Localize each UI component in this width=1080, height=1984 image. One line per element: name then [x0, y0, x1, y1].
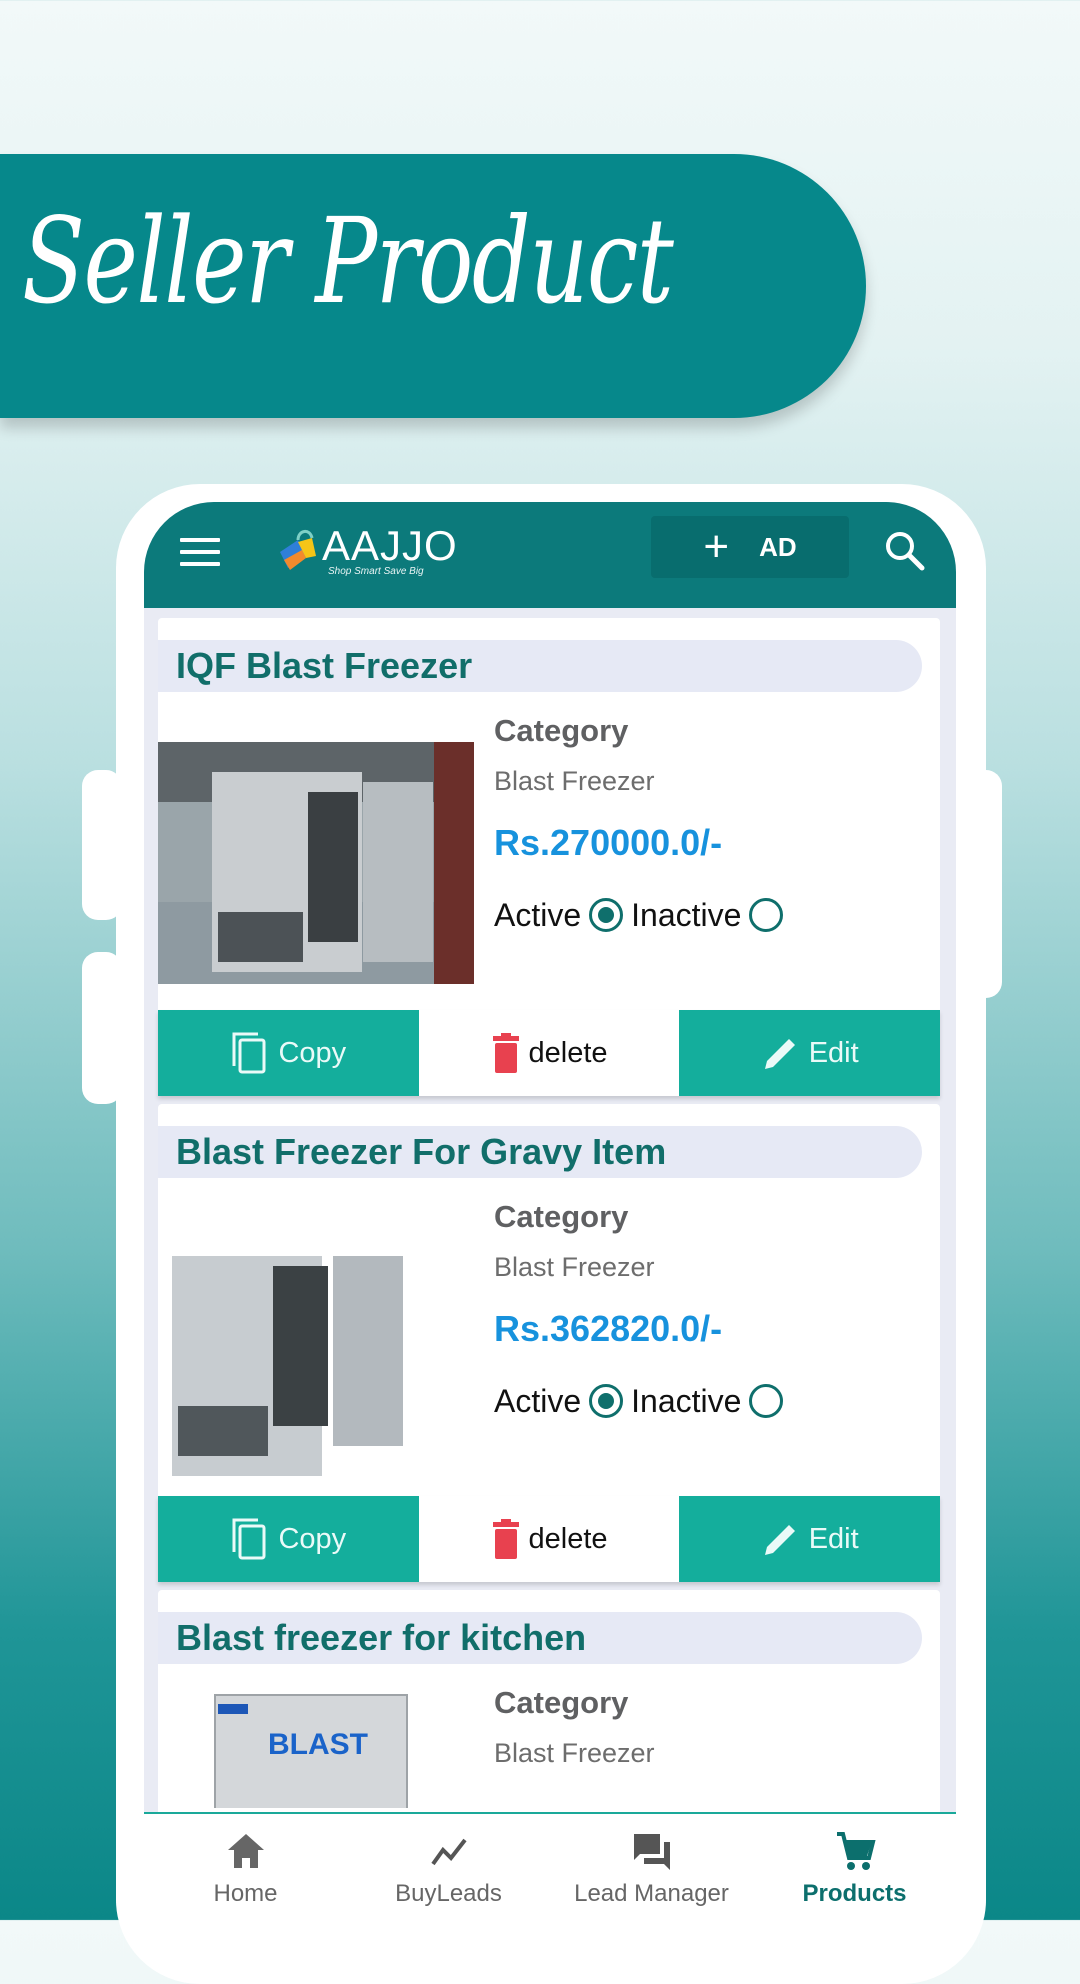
- home-icon: [227, 1834, 264, 1868]
- product-card[interactable]: IQF Blast Freezer Category Blast Freezer…: [158, 618, 941, 1096]
- delete-button[interactable]: delete: [418, 1496, 680, 1582]
- copy-icon: [232, 1032, 266, 1074]
- product-actions: Copy delete Edit: [158, 1010, 941, 1096]
- edit-label: Edit: [808, 1522, 859, 1555]
- delete-button[interactable]: delete: [418, 1010, 680, 1096]
- bottom-navigation: Home BuyLeads Lead Manager Products: [144, 1812, 956, 1920]
- category-value: Blast Freezer: [494, 1738, 655, 1768]
- nav-products[interactable]: Products: [753, 1814, 956, 1920]
- pencil-icon: [764, 1039, 795, 1069]
- active-label: Active: [494, 1382, 582, 1419]
- category-value: Blast Freezer: [494, 1252, 655, 1282]
- edit-button[interactable]: Edit: [679, 1496, 941, 1582]
- logo-bag-icon: [280, 530, 316, 570]
- brand-logo[interactable]: AAJJO Shop Smart Save Big: [276, 522, 466, 582]
- active-label: Active: [494, 896, 582, 933]
- edit-button[interactable]: Edit: [679, 1010, 941, 1096]
- category-value: Blast Freezer: [494, 766, 655, 796]
- delete-label: delete: [528, 1036, 608, 1069]
- brand-name: AAJJO: [322, 522, 458, 569]
- promo-banner: Seller Product: [0, 154, 866, 418]
- nav-label: BuyLeads: [395, 1880, 502, 1907]
- inactive-radio[interactable]: [749, 1384, 784, 1418]
- product-price: Rs.362820.0/-: [494, 1308, 723, 1349]
- category-label: Category: [494, 1199, 629, 1234]
- copy-icon: [232, 1518, 266, 1560]
- banner-title: Seller Product: [22, 192, 674, 330]
- product-image[interactable]: BLAST: [198, 1688, 418, 1808]
- brand-tagline: Shop Smart Save Big: [328, 566, 424, 577]
- product-image[interactable]: [158, 742, 474, 984]
- inactive-radio[interactable]: [749, 898, 784, 932]
- trend-line-icon: [430, 1838, 467, 1866]
- nav-label: Lead Manager: [574, 1880, 729, 1907]
- nav-lead-manager[interactable]: Lead Manager: [550, 1814, 753, 1920]
- product-card[interactable]: Blast Freezer For Gravy Item Category Bl…: [158, 1104, 941, 1582]
- product-image[interactable]: [158, 1226, 474, 1488]
- delete-label: delete: [528, 1522, 608, 1555]
- active-radio[interactable]: [589, 1384, 624, 1418]
- product-actions: Copy delete Edit: [158, 1496, 941, 1582]
- app-screen: AAJJO Shop Smart Save Big + AD IQF Blast…: [144, 502, 956, 1920]
- app-bar: AAJJO Shop Smart Save Big + AD: [144, 502, 956, 608]
- nav-home[interactable]: Home: [144, 1814, 347, 1920]
- inactive-label: Inactive: [631, 1382, 742, 1419]
- post-ad-label: AD: [759, 531, 797, 562]
- category-label: Category: [494, 713, 629, 748]
- post-ad-button[interactable]: + AD: [651, 516, 849, 578]
- trash-icon: [492, 1519, 519, 1559]
- plus-icon: +: [703, 522, 730, 571]
- category-label: Category: [494, 1685, 629, 1720]
- nav-buyleads[interactable]: BuyLeads: [347, 1814, 550, 1920]
- status-radio-group: Active Inactive: [494, 1366, 791, 1436]
- inactive-label: Inactive: [631, 896, 742, 933]
- chat-bubbles-icon: [633, 1834, 670, 1870]
- edit-label: Edit: [808, 1036, 859, 1069]
- nav-label: Products: [802, 1880, 907, 1907]
- cart-icon: [836, 1832, 876, 1870]
- status-radio-group: Active Inactive: [494, 880, 791, 950]
- trash-icon: [492, 1033, 519, 1073]
- active-radio[interactable]: [589, 898, 624, 932]
- copy-label: Copy: [278, 1036, 347, 1069]
- pencil-icon: [764, 1525, 795, 1555]
- copy-button[interactable]: Copy: [158, 1010, 419, 1096]
- search-icon[interactable]: [882, 528, 926, 572]
- hamburger-menu-icon[interactable]: [180, 538, 220, 568]
- copy-label: Copy: [278, 1522, 347, 1555]
- product-list: IQF Blast Freezer Category Blast Freezer…: [158, 618, 941, 1920]
- nav-label: Home: [213, 1880, 278, 1907]
- product-price: Rs.270000.0/-: [494, 822, 723, 863]
- product-image-label: BLAST: [268, 1728, 368, 1761]
- copy-button[interactable]: Copy: [158, 1496, 419, 1582]
